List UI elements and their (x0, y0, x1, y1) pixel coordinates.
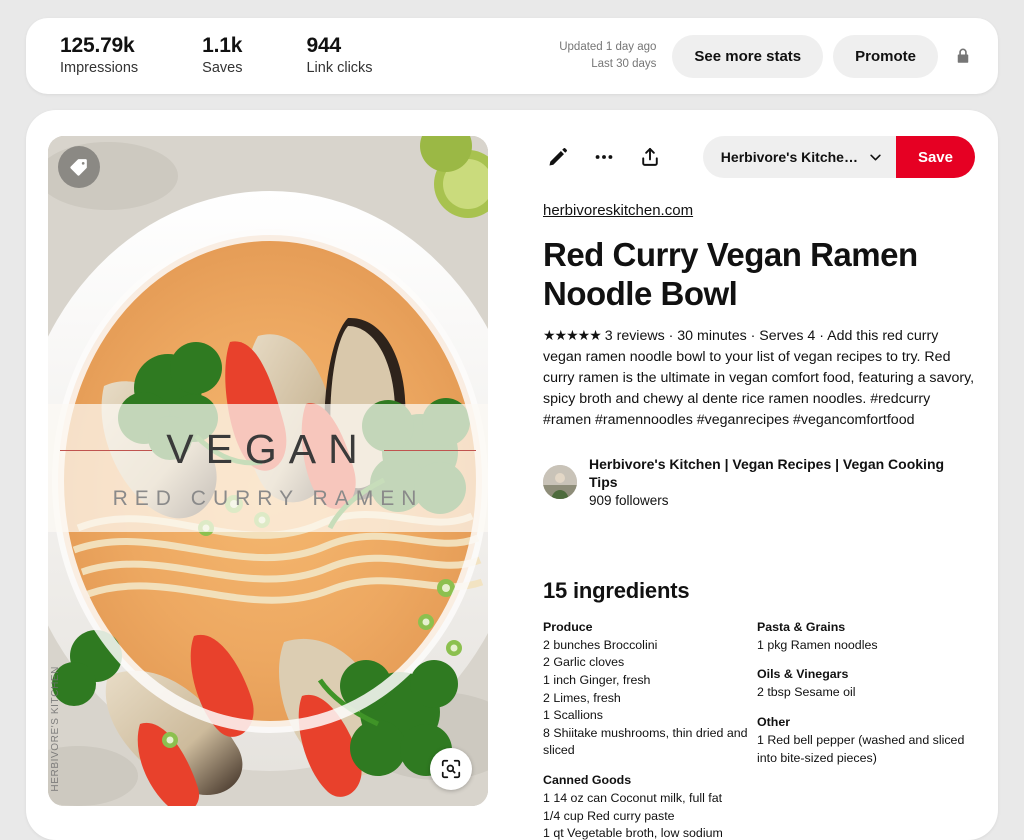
stats-metrics: 125.79k Impressions 1.1k Saves 944 Link … (26, 34, 373, 78)
ingredient-group: Oils & Vinegars 2 tbsp Sesame oil (757, 667, 965, 702)
ingredient-item: 1/4 cup Red curry paste (543, 808, 675, 823)
stat-label: Impressions (60, 60, 139, 77)
save-button[interactable]: Save (895, 136, 975, 178)
stat-impressions: 125.79k Impressions (60, 34, 138, 78)
ingredient-item: 1 qt Vegetable broth, low sodium (543, 826, 723, 840)
image-watermark: HERBIVORE'S KITCHEN (50, 666, 61, 792)
share-icon[interactable] (635, 142, 665, 172)
ingredient-group: Produce 2 bunches Broccolini 2 Garlic cl… (543, 620, 751, 760)
overlay-title: VEGAN (60, 426, 476, 473)
lock-icon[interactable] (954, 47, 972, 65)
pin-action-row: Herbivore's Kitche… Save (543, 136, 975, 178)
image-text-overlay: VEGAN RED CURRY RAMEN (48, 404, 488, 532)
author-text: Herbivore's Kitchen | Vegan Recipes | Ve… (589, 455, 975, 510)
ingredient-item: 1 Red bell pepper (washed and sliced int… (757, 732, 965, 765)
stat-value: 944 (306, 34, 341, 57)
promote-button[interactable]: Promote (833, 34, 938, 78)
ingredient-group-name: Oils & Vinegars (757, 667, 849, 682)
updated-range: Last 30 days (591, 58, 657, 70)
ingredient-group-name: Canned Goods (543, 773, 632, 788)
ingredients-heading: 15 ingredients (543, 577, 690, 603)
stat-label: Saves (202, 60, 243, 77)
board-selector[interactable]: Herbivore's Kitche… (702, 136, 896, 178)
stat-label: Link clicks (306, 60, 373, 77)
save-controls: Herbivore's Kitche… Save (702, 136, 975, 178)
ingredient-group: Other 1 Red bell pepper (washed and slic… (757, 715, 965, 767)
board-name: Herbivore's Kitche… (720, 149, 858, 165)
ingredients-columns: Produce 2 bunches Broccolini 2 Garlic cl… (543, 620, 975, 840)
ingredient-group-name: Pasta & Grains (757, 619, 846, 634)
more-horizontal-icon[interactable] (589, 142, 619, 172)
pin-description: ★★★★★ 3 reviews · 30 minutes · Serves 4 ·… (543, 325, 975, 430)
source-link[interactable]: herbivoreskitchen.com (543, 202, 693, 219)
ingredients-column-right: Pasta & Grains 1 pkg Ramen noodles Oils … (757, 620, 965, 840)
description-text: 3 reviews · 30 minutes · Serves 4 · Add … (543, 328, 975, 428)
pin-details-panel: Herbivore's Kitche… Save herbivoreskitch… (543, 136, 975, 840)
avatar (543, 465, 577, 500)
author-followers: 909 followers (589, 492, 669, 508)
stats-actions: Updated 1 day ago Last 30 days See more … (559, 34, 998, 78)
stat-link-clicks: 944 Link clicks (306, 34, 372, 78)
stats-updated-info: Updated 1 day ago Last 30 days (559, 39, 656, 72)
ingredient-item: 2 tbsp Sesame oil (757, 685, 856, 700)
ingredient-item: 2 bunches Broccolini (543, 637, 658, 652)
rating-stars: ★★★★★ (543, 327, 602, 344)
ingredient-item: 1 14 oz can Coconut milk, full fat (543, 791, 723, 806)
ingredient-group: Canned Goods 1 14 oz can Coconut milk, f… (543, 773, 751, 840)
tag-icon[interactable] (58, 146, 100, 188)
page-title: Red Curry Vegan Ramen Noodle Bowl (543, 236, 918, 312)
ingredient-item: 8 Shiitake mushrooms, thin dried and sli… (543, 725, 748, 758)
stat-value: 125.79k (60, 34, 135, 57)
chevron-down-icon (868, 150, 883, 165)
stat-saves: 1.1k Saves (202, 34, 242, 78)
ingredient-item: 1 pkg Ramen noodles (757, 637, 878, 652)
ingredient-item: 2 Limes, fresh (543, 690, 621, 705)
ingredient-group-name: Other (757, 714, 791, 729)
ingredient-item: 1 Scallions (543, 708, 603, 723)
pin-detail-card: VEGAN RED CURRY RAMEN HERBIVORE'S KITCHE… (26, 110, 998, 840)
pencil-icon[interactable] (543, 142, 573, 172)
ingredient-group-name: Produce (543, 619, 593, 634)
ingredient-item: 1 inch Ginger, fresh (543, 672, 651, 687)
visual-search-icon[interactable] (430, 748, 472, 790)
ingredient-item: 2 Garlic cloves (543, 655, 625, 670)
updated-timestamp: Updated 1 day ago (559, 41, 657, 54)
ingredients-column-left: Produce 2 bunches Broccolini 2 Garlic cl… (543, 620, 751, 840)
overlay-subtitle: RED CURRY RAMEN (112, 486, 424, 510)
author-name: Herbivore's Kitchen | Vegan Recipes | Ve… (589, 455, 945, 491)
author-block[interactable]: Herbivore's Kitchen | Vegan Recipes | Ve… (543, 455, 975, 510)
see-more-stats-button[interactable]: See more stats (672, 34, 824, 78)
ingredient-group: Pasta & Grains 1 pkg Ramen noodles (757, 620, 965, 655)
stat-value: 1.1k (202, 34, 243, 57)
pin-image[interactable]: VEGAN RED CURRY RAMEN HERBIVORE'S KITCHE… (48, 136, 488, 806)
pin-stats-bar: 125.79k Impressions 1.1k Saves 944 Link … (26, 18, 998, 94)
